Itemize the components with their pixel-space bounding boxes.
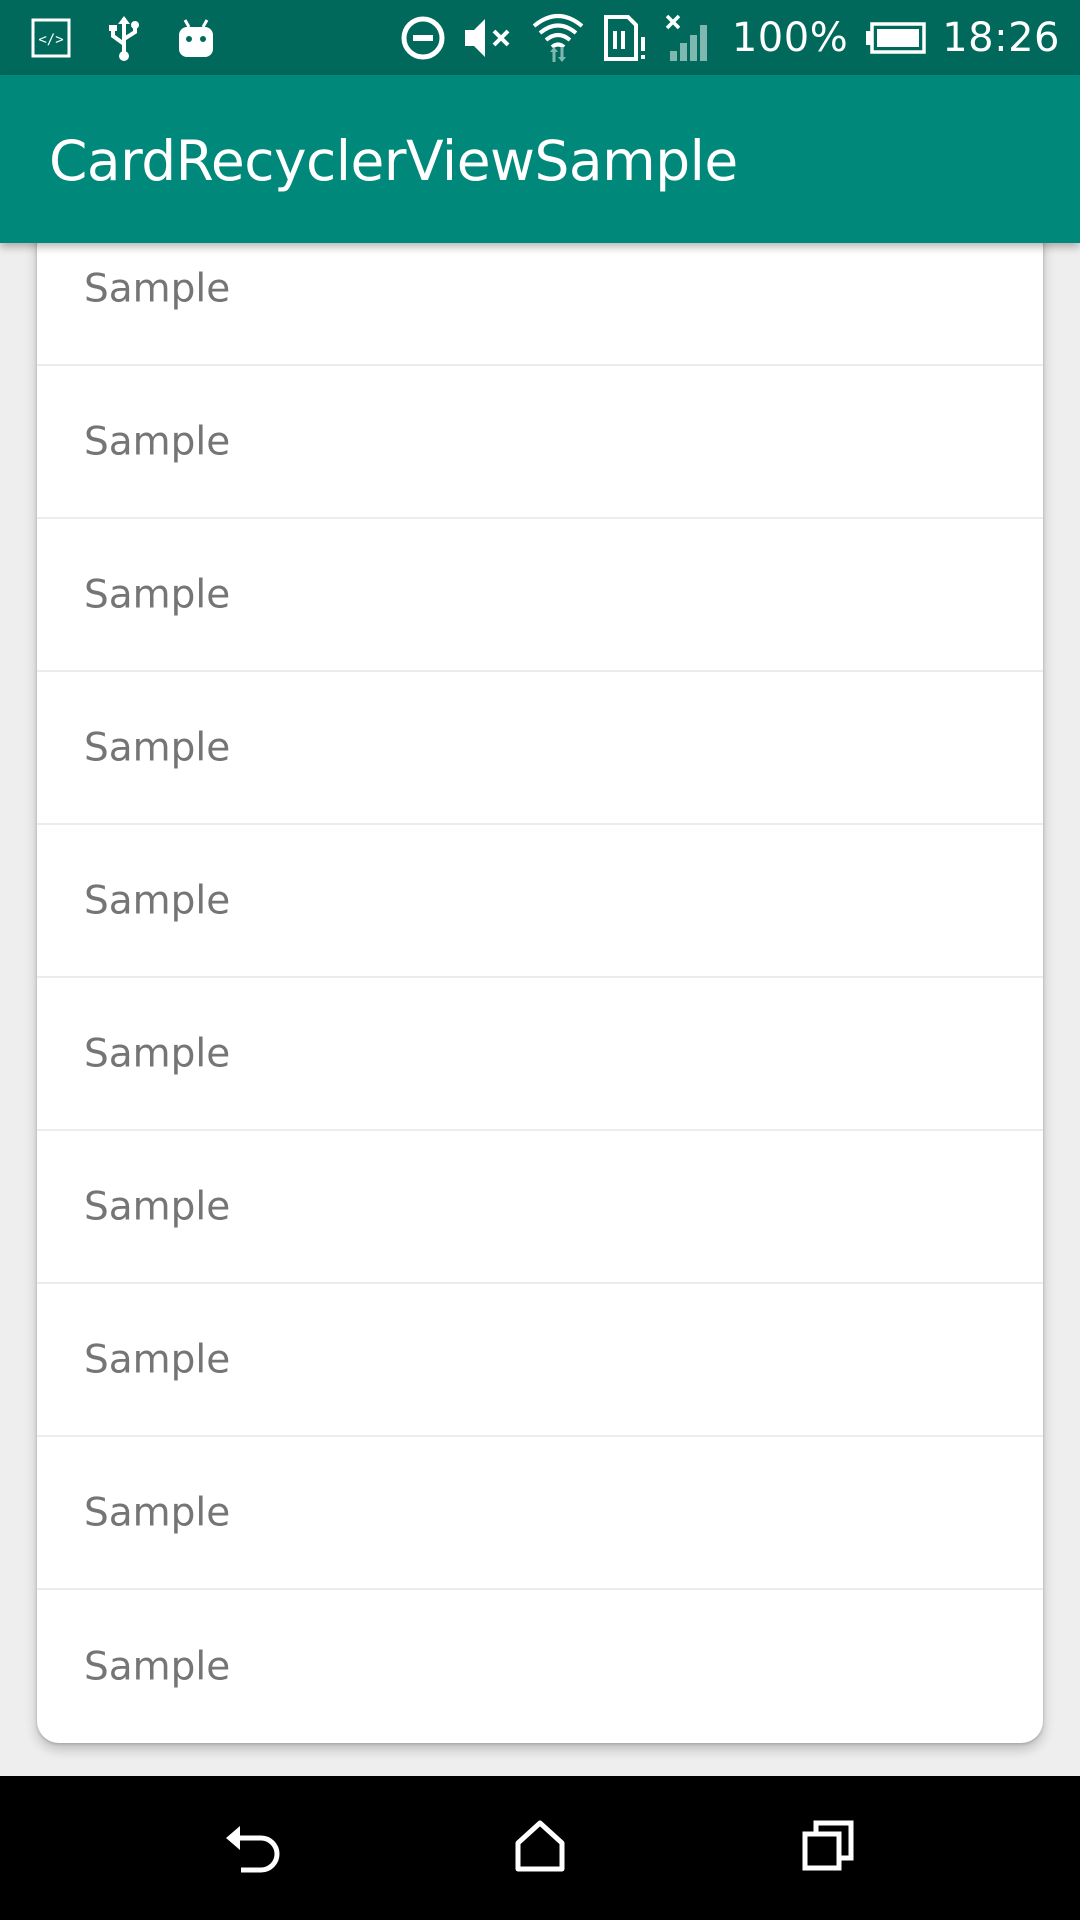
card: Sample Sample Sample Sample Sample Sampl…: [37, 243, 1043, 1743]
list-item[interactable]: Sample: [37, 825, 1043, 978]
recents-button[interactable]: [792, 1812, 864, 1884]
do-not-disturb-icon: [400, 15, 446, 61]
developer-code-icon: </>: [30, 17, 72, 59]
app-title: CardRecyclerViewSample: [49, 129, 738, 193]
android-debug-icon: [176, 17, 216, 59]
wifi-icon: [530, 12, 586, 64]
list-item-label: Sample: [84, 572, 231, 617]
usb-icon: [106, 14, 142, 62]
list-item-label: Sample: [84, 419, 231, 464]
list-item-label: Sample: [84, 1337, 231, 1382]
sim-alert-icon: [602, 13, 648, 63]
list-item-label: Sample: [84, 878, 231, 923]
home-button[interactable]: [504, 1812, 576, 1884]
list-item[interactable]: Sample: [37, 519, 1043, 672]
app-bar: CardRecyclerViewSample: [0, 75, 1080, 243]
list-item[interactable]: Sample: [37, 1437, 1043, 1590]
list-item[interactable]: Sample: [37, 1131, 1043, 1284]
back-button[interactable]: [217, 1812, 289, 1884]
list-item[interactable]: Sample: [37, 1284, 1043, 1437]
recents-icon: [800, 1818, 856, 1878]
status-bar-right: 100% 18:26: [384, 0, 1060, 75]
list-item[interactable]: Sample: [37, 672, 1043, 825]
home-icon: [512, 1819, 568, 1877]
clock: 18:26: [942, 14, 1060, 61]
list-item[interactable]: Sample: [37, 1590, 1043, 1743]
status-bar-left: </>: [30, 14, 250, 62]
back-icon: [223, 1818, 283, 1878]
recycler-view[interactable]: Sample Sample Sample Sample Sample Sampl…: [0, 243, 1080, 1776]
list-item[interactable]: Sample: [37, 978, 1043, 1131]
list-item-label: Sample: [84, 1644, 231, 1689]
volume-muted-icon: [462, 15, 514, 61]
list-item-label: Sample: [84, 725, 231, 770]
status-bar: </> 100% 18:26: [0, 0, 1080, 75]
list-item-label: Sample: [84, 1184, 231, 1229]
list-item-label: Sample: [84, 266, 231, 311]
list-item-label: Sample: [84, 1490, 231, 1535]
signal-no-service-icon: [664, 13, 716, 63]
svg-text:</>: </>: [38, 32, 63, 48]
list-item-label: Sample: [84, 1031, 231, 1076]
battery-percent: 100%: [731, 14, 849, 61]
navigation-bar: [0, 1776, 1080, 1920]
list-item[interactable]: Sample: [37, 366, 1043, 519]
battery-icon: [864, 21, 926, 55]
list-item[interactable]: Sample: [37, 243, 1043, 366]
